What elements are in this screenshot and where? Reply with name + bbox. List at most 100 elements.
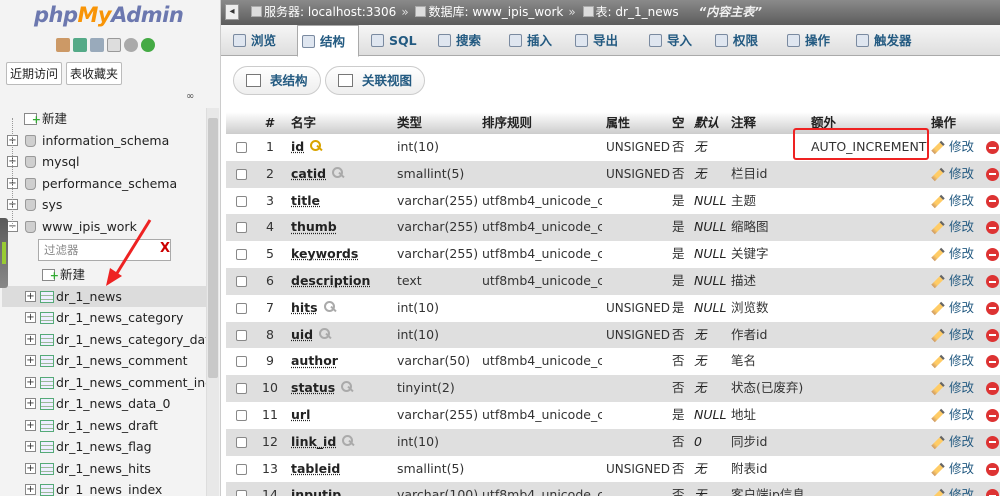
pencil-icon[interactable] [931, 221, 945, 235]
row-checkbox[interactable] [236, 383, 247, 395]
row-checkbox[interactable] [236, 222, 247, 234]
tab-privileges[interactable]: 权限 [711, 25, 775, 56]
tree-item-label[interactable]: dr_1_news_flag [56, 436, 152, 458]
pencil-icon[interactable] [931, 462, 945, 476]
drop-column-icon[interactable] [986, 275, 999, 288]
pencil-icon[interactable] [931, 274, 945, 289]
drop-column-icon[interactable] [986, 141, 999, 154]
column-name[interactable]: description [291, 273, 370, 288]
column-name[interactable]: thumb [291, 219, 337, 234]
logout-icon[interactable] [73, 38, 87, 52]
pencil-icon[interactable] [931, 301, 945, 316]
drop-column-icon[interactable] [986, 382, 999, 396]
tree-database-item[interactable]: + mysql [2, 151, 208, 173]
column-name[interactable]: url [291, 407, 310, 422]
drop-column-icon[interactable] [986, 328, 999, 342]
row-checkbox[interactable] [236, 195, 247, 207]
pencil-icon[interactable] [931, 140, 945, 155]
column-name[interactable]: hits [291, 300, 318, 315]
tree-database-item[interactable]: + performance_schema [2, 173, 208, 195]
edit-link[interactable]: 修改 [949, 487, 974, 496]
drop-column-icon[interactable] [986, 221, 999, 235]
pencil-icon[interactable] [931, 355, 945, 369]
column-name[interactable]: inputip [291, 487, 341, 496]
phpmyadmin-logo[interactable]: phpMyAdmin [34, 3, 184, 27]
expand-toggle-icon[interactable]: + [25, 290, 36, 302]
pencil-icon[interactable] [931, 167, 945, 182]
tree-table-item[interactable]: + dr_1_news [2, 285, 208, 308]
edit-link[interactable]: 修改 [949, 327, 974, 342]
column-header[interactable]: 排序规则 [482, 112, 602, 134]
tree-item-label[interactable]: 新建 [42, 108, 67, 130]
tree-database-item[interactable]: + information_schema [2, 130, 208, 152]
column-name[interactable]: tableid [291, 461, 340, 476]
tree-table-item[interactable]: + dr_1_news_category [2, 307, 208, 329]
tab-browse[interactable]: 浏览 [229, 25, 289, 56]
column-header[interactable]: 默认 [694, 112, 734, 134]
sidebar-resize-handle[interactable] [0, 218, 8, 288]
row-checkbox[interactable] [236, 436, 247, 448]
pencil-icon[interactable] [931, 247, 945, 262]
collapse-all-link[interactable]: ∞ [186, 91, 194, 102]
tree-table-item[interactable]: + dr_1_news_category_data [2, 329, 208, 351]
expand-toggle-icon[interactable]: + [25, 441, 36, 452]
pencil-icon[interactable] [931, 408, 945, 423]
breadcrumb-table[interactable]: 表: dr_1_news [596, 5, 679, 19]
tab-structure[interactable]: 结构 [297, 25, 359, 57]
drop-column-icon[interactable] [986, 489, 999, 496]
column-name[interactable]: link_id [291, 434, 336, 449]
tree-table-item[interactable]: + dr_1_news_index [2, 479, 208, 496]
tree-table-item[interactable]: + dr_1_news_flag [2, 436, 208, 458]
drop-column-icon[interactable] [986, 194, 999, 208]
nav-scrollbar-thumb[interactable] [208, 118, 218, 378]
row-checkbox[interactable] [236, 168, 247, 180]
column-name[interactable]: author [291, 353, 338, 368]
column-header[interactable]: 操作 [931, 112, 1000, 134]
edit-link[interactable]: 修改 [949, 193, 974, 208]
tab-search[interactable]: 搜索 [434, 25, 498, 56]
tree-table-item[interactable]: + dr_1_news_comment_index [2, 372, 208, 394]
tree-table-item[interactable]: + dr_1_news_data_0 [2, 393, 208, 415]
column-name[interactable]: keywords [291, 246, 358, 261]
edit-link[interactable]: 修改 [949, 300, 974, 315]
edit-link[interactable]: 修改 [949, 434, 974, 449]
row-checkbox[interactable] [236, 463, 247, 475]
tree-table-item[interactable]: + dr_1_news_draft [2, 415, 208, 437]
edit-link[interactable]: 修改 [949, 380, 974, 395]
row-checkbox[interactable] [236, 142, 247, 153]
tab-import[interactable]: 导入 [645, 25, 703, 56]
edit-link[interactable]: 修改 [949, 166, 974, 181]
tree-new-item[interactable]: 新建 [2, 108, 208, 130]
drop-column-icon[interactable] [986, 462, 999, 476]
edit-link[interactable]: 修改 [949, 461, 974, 476]
tree-table-item[interactable]: + dr_1_news_comment [2, 350, 208, 372]
pencil-icon[interactable] [931, 381, 945, 396]
tree-item-label[interactable]: 新建 [60, 264, 85, 286]
tree-item-label[interactable]: sys [42, 194, 62, 216]
drop-column-icon[interactable] [986, 248, 999, 262]
column-name[interactable]: catid [291, 166, 326, 181]
tree-item-label[interactable]: dr_1_news_data_0 [56, 393, 170, 415]
expand-toggle-icon[interactable]: + [25, 376, 36, 388]
pencil-icon[interactable] [931, 194, 945, 208]
tree-item-label[interactable]: dr_1_news_category [56, 307, 183, 329]
breadcrumb-server[interactable]: 服务器: localhost:3306 [264, 5, 396, 19]
tree-item-label[interactable]: dr_1_news_comment [56, 350, 188, 372]
column-header[interactable]: 名字 [291, 112, 391, 134]
tree-item-label[interactable]: dr_1_news [56, 286, 122, 308]
column-header[interactable]: 属性 [606, 112, 676, 134]
recent-tab[interactable]: 近期访问 [6, 62, 63, 85]
favorites-tab[interactable]: 表收藏夹 [66, 62, 123, 85]
column-header[interactable]: # [261, 112, 279, 134]
row-checkbox[interactable] [236, 356, 247, 368]
column-name[interactable]: uid [291, 327, 313, 342]
collapse-nav-button[interactable]: ◂ [225, 4, 239, 20]
tree-item-label[interactable]: information_schema [42, 130, 169, 152]
row-checkbox[interactable] [236, 276, 247, 287]
tree-item-label[interactable]: dr_1_news_draft [56, 415, 158, 437]
tab-sql[interactable]: SQL [367, 25, 427, 56]
column-name[interactable]: status [291, 380, 335, 395]
expand-toggle-icon[interactable]: + [25, 462, 36, 474]
tab-insert[interactable]: 插入 [505, 25, 563, 56]
home-icon[interactable] [56, 38, 70, 52]
